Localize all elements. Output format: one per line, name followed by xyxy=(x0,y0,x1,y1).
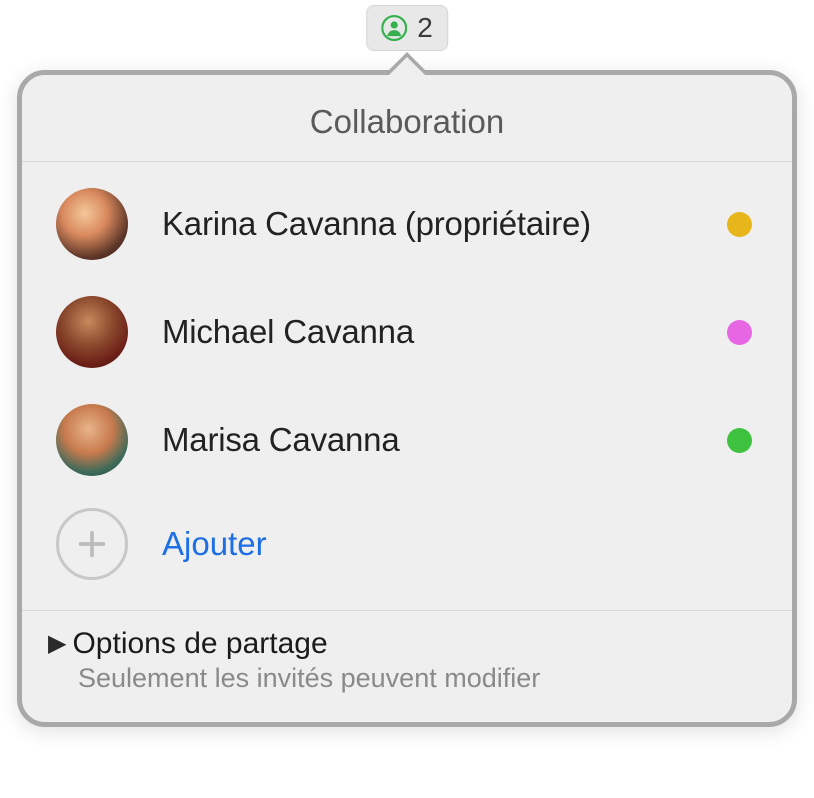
share-options-toggle[interactable]: ▶ Options de partage Seulement les invit… xyxy=(22,610,792,722)
person-row[interactable]: Michael Cavanna xyxy=(48,278,766,386)
plus-icon xyxy=(56,508,128,580)
popover-caret-inner xyxy=(389,57,425,75)
person-icon xyxy=(381,15,407,41)
share-options-title: Options de partage xyxy=(72,627,327,661)
add-person-button[interactable]: Ajouter xyxy=(48,494,766,602)
avatar xyxy=(56,296,128,368)
person-row-owner[interactable]: Karina Cavanna (propriétaire) xyxy=(48,170,766,278)
popover-title: Collaboration xyxy=(22,75,792,162)
people-list: Karina Cavanna (propriétaire) Michael Ca… xyxy=(22,162,792,610)
presence-dot xyxy=(727,320,752,345)
avatar xyxy=(56,188,128,260)
add-person-label: Ajouter xyxy=(162,525,267,563)
collaboration-popover: Collaboration Karina Cavanna (propriétai… xyxy=(17,52,797,727)
person-name: Michael Cavanna xyxy=(162,313,693,351)
presence-dot xyxy=(727,212,752,237)
chevron-right-icon: ▶ xyxy=(48,632,66,656)
person-name: Karina Cavanna (propriétaire) xyxy=(162,205,693,243)
person-row[interactable]: Marisa Cavanna xyxy=(48,386,766,494)
collaboration-badge-button[interactable]: 2 xyxy=(366,5,448,51)
person-name: Marisa Cavanna xyxy=(162,421,693,459)
avatar xyxy=(56,404,128,476)
collaboration-count: 2 xyxy=(417,12,433,44)
share-options-subtitle: Seulement les invités peuvent modifier xyxy=(78,663,766,694)
presence-dot xyxy=(727,428,752,453)
popover-panel: Collaboration Karina Cavanna (propriétai… xyxy=(17,70,797,727)
share-options-header: ▶ Options de partage xyxy=(48,627,766,661)
